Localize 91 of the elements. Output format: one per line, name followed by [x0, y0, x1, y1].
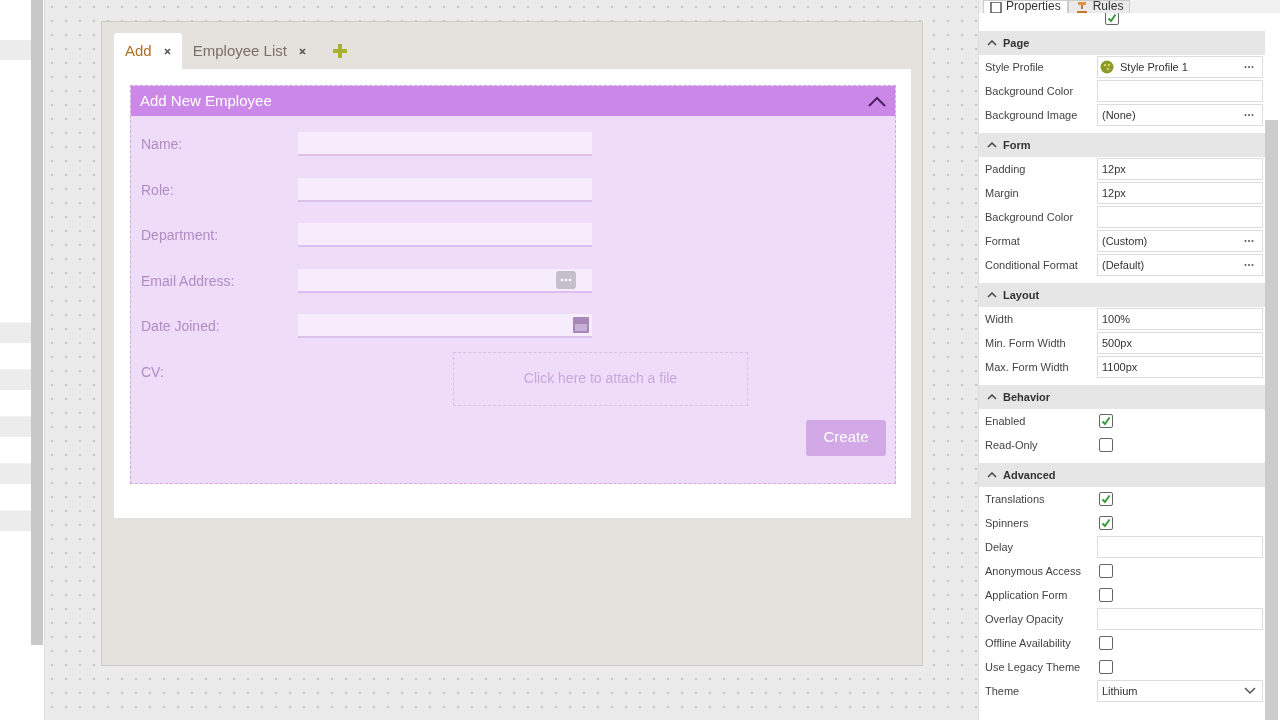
- property-label: Spinners: [985, 515, 1030, 531]
- calendar-icon[interactable]: [573, 317, 589, 333]
- date-input[interactable]: [298, 314, 592, 338]
- checkbox[interactable]: [1099, 588, 1113, 602]
- add-icon[interactable]: [330, 42, 349, 60]
- text-input[interactable]: [298, 132, 592, 156]
- property-field[interactable]: 500px: [1097, 332, 1263, 354]
- property-label: Style Profile: [985, 59, 1045, 75]
- property-field[interactable]: 12px: [1097, 182, 1263, 204]
- document-icon: [990, 2, 1002, 13]
- field-label: CV:: [141, 362, 165, 382]
- list-row[interactable]: [0, 511, 31, 531]
- field-label: Date Joined:: [141, 317, 221, 336]
- property-label: Use Legacy Theme: [985, 659, 1082, 675]
- text-input[interactable]: [298, 177, 592, 202]
- list-row[interactable]: [0, 417, 31, 437]
- theme-select[interactable]: Lithium: [1097, 680, 1263, 702]
- section-header[interactable]: Behavior: [979, 385, 1265, 409]
- more-icon[interactable]: [1244, 65, 1254, 69]
- property-label: Anonymous Access: [985, 563, 1082, 579]
- picker-field[interactable]: (None): [1097, 104, 1263, 126]
- list-row[interactable]: [0, 323, 31, 343]
- field-label: Email Address:: [141, 271, 236, 291]
- chevron-up-icon: [987, 292, 997, 298]
- checkbox[interactable]: [1099, 492, 1113, 506]
- property-label: Max. Form Width: [985, 359, 1070, 375]
- property-label: Padding: [985, 161, 1027, 177]
- more-icon[interactable]: [1244, 239, 1254, 243]
- property-label: Background Color: [985, 209, 1075, 225]
- gavel-icon: [1074, 2, 1089, 13]
- picker-field[interactable]: (Default): [1097, 254, 1263, 276]
- section-header[interactable]: Layout: [979, 283, 1265, 307]
- property-label: Application Form: [985, 587, 1069, 603]
- form-tab[interactable]: Employee List: [181, 33, 317, 69]
- section-header[interactable]: Form: [979, 133, 1265, 157]
- checkbox[interactable]: [1099, 660, 1113, 674]
- close-icon[interactable]: [163, 47, 171, 55]
- property-field[interactable]: [1097, 536, 1263, 558]
- list-row[interactable]: [0, 464, 31, 484]
- property-label: Offline Availability: [985, 635, 1072, 651]
- property-label: Margin: [985, 185, 1020, 201]
- property-label: Delay: [985, 539, 1015, 555]
- checkbox[interactable]: [1099, 636, 1113, 650]
- property-field[interactable]: 12px: [1097, 158, 1263, 180]
- scrollbar[interactable]: [31, 0, 43, 645]
- chevron-up-icon: [987, 472, 997, 478]
- property-field[interactable]: 100%: [1097, 308, 1263, 330]
- email-input[interactable]: [298, 268, 592, 293]
- field-label: Role:: [141, 180, 175, 200]
- palette-icon: [1100, 60, 1114, 74]
- more-icon[interactable]: [1244, 113, 1254, 117]
- text-input[interactable]: [298, 223, 592, 247]
- chevron-up-icon[interactable]: [868, 95, 886, 107]
- property-label: Overlay Opacity: [985, 611, 1065, 627]
- panel-tab[interactable]: Properties: [983, 0, 1068, 13]
- more-icon[interactable]: [1244, 263, 1254, 267]
- property-field[interactable]: 1100px: [1097, 356, 1263, 378]
- style-profile-field[interactable]: Style Profile 1: [1097, 56, 1263, 78]
- section-header[interactable]: Page: [979, 31, 1265, 55]
- field-label: Department:: [141, 226, 220, 245]
- list-row[interactable]: [0, 370, 31, 390]
- checkbox[interactable]: [1099, 438, 1113, 452]
- checkbox[interactable]: [1099, 414, 1113, 428]
- section-header[interactable]: Advanced: [979, 463, 1265, 487]
- property-label: Conditional Format: [985, 257, 1079, 273]
- property-field[interactable]: [1097, 608, 1263, 630]
- property-label: Theme: [985, 683, 1021, 699]
- chevron-up-icon: [987, 142, 997, 148]
- close-icon[interactable]: [298, 47, 306, 55]
- chevron-up-icon: [987, 40, 997, 46]
- panel-tab[interactable]: Rules: [1067, 0, 1131, 13]
- property-field[interactable]: [1097, 80, 1263, 102]
- chevron-down-icon: [1244, 687, 1256, 695]
- property-label: Background Image: [985, 107, 1079, 123]
- field-label: Name:: [141, 135, 184, 154]
- property-field[interactable]: [1097, 206, 1263, 228]
- property-label: Read-Only: [985, 437, 1039, 453]
- property-label: Format: [985, 233, 1021, 249]
- picker-field[interactable]: (Custom): [1097, 230, 1263, 252]
- property-label: Width: [985, 311, 1015, 327]
- checkbox[interactable]: [1099, 564, 1113, 578]
- property-label: Translations: [985, 491, 1046, 507]
- property-label: Enabled: [985, 413, 1027, 429]
- checkbox[interactable]: [1099, 516, 1113, 530]
- list-row[interactable]: [0, 40, 31, 60]
- property-label: Background Color: [985, 83, 1075, 99]
- chevron-up-icon: [987, 394, 997, 400]
- property-label: Min. Form Width: [985, 335, 1067, 351]
- checkbox[interactable]: [1105, 13, 1119, 25]
- scrollbar[interactable]: [1265, 120, 1278, 720]
- form-tab[interactable]: Add: [114, 33, 182, 69]
